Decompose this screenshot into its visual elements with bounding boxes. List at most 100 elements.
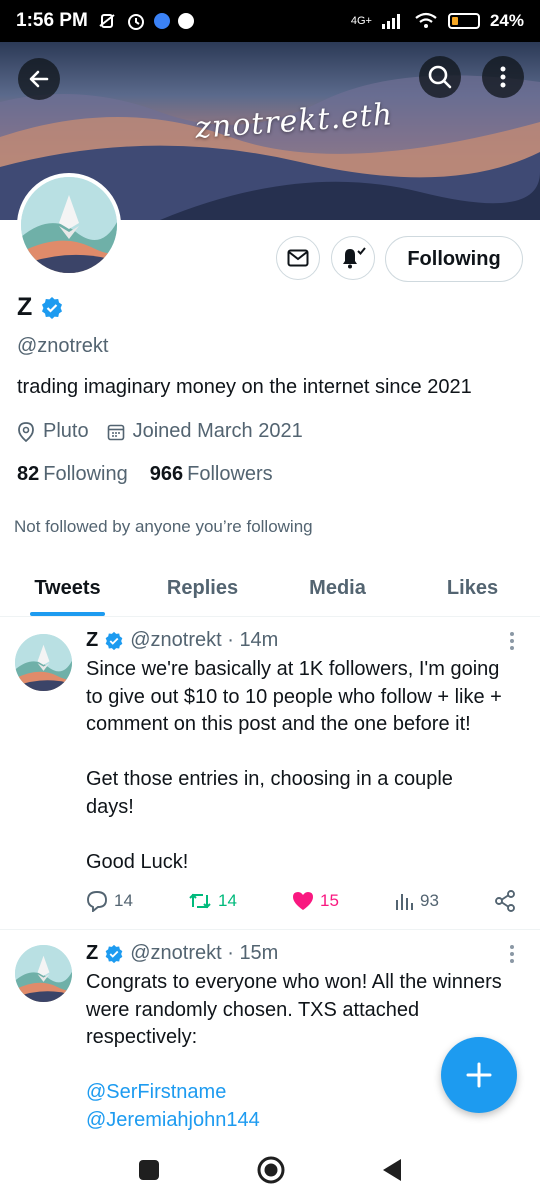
views-button[interactable]: 93 [394,891,439,911]
following-label: Following [43,463,128,485]
followers-count-link[interactable]: 966 Followers [150,463,273,486]
reply-count: 14 [114,891,133,910]
avatar-ethereum-mountains-image [15,945,72,1002]
profile-meta: Pluto Joined March 2021 [17,420,321,443]
tweet-text-line: Since we're basically at 1K followers, I… [86,658,500,680]
location-pin-icon [18,421,34,442]
tweet-text: Since we're basically at 1K followers, I… [86,656,516,876]
tab-media[interactable]: Media [270,560,405,616]
battery-icon [447,13,480,29]
more-vertical-icon [500,66,506,88]
system-nav-bar [0,1140,540,1200]
tweet-author-name[interactable]: Z [86,629,98,652]
following-button[interactable]: Following [385,236,523,282]
more-options-button[interactable] [482,56,524,98]
views-icon [396,894,413,910]
location-item: Pluto [17,420,89,443]
heart-icon [293,892,313,910]
status-bar: 1:56 PM 4G+ 24% [0,0,540,42]
location-text: Pluto [43,420,89,442]
bell-check-icon [343,247,366,269]
back-arrow-icon [29,70,49,88]
compose-button[interactable] [441,1037,517,1113]
battery-percent: 24% [489,11,524,30]
profile-bio: trading imaginary money on the internet … [17,376,472,398]
profile-avatar[interactable] [17,173,121,277]
recents-button-icon[interactable] [137,1158,161,1182]
profile-handle: @znotrekt [17,335,109,357]
tab-likes[interactable]: Likes [405,560,540,616]
wifi-icon [415,12,437,28]
tweet-handle-time: @znotrekt · 15m [130,942,279,964]
back-nav-button-icon[interactable] [381,1157,403,1183]
tweet-header: Z @znotrekt · 14m [86,629,278,652]
verified-badge-icon [105,944,123,963]
tweet-more-button[interactable] [510,945,516,966]
avatar-ethereum-mountains-image [21,177,117,273]
profile-tabs: Tweets Replies Media Likes [0,560,540,617]
status-time: 1:56 PM [16,10,88,31]
followers-count: 966 [149,463,184,485]
app-notification-icon [177,13,194,29]
app-notification-icon [153,13,170,29]
tweet-text-line: to give out $10 to 10 people who follow … [86,685,502,708]
search-icon [428,65,452,89]
muted-vibrate-icon [99,14,115,28]
retweet-button[interactable]: 14 [188,891,237,911]
tweet-text-line: days! [86,795,134,818]
compose-plus-icon [466,1062,492,1088]
reply-button[interactable]: 14 [86,890,133,912]
like-count: 15 [320,891,339,910]
tweet-avatar[interactable] [15,634,72,691]
joined-item: Joined March 2021 [107,420,303,443]
alarm-icon [127,14,144,30]
tweet-avatar[interactable] [15,945,72,1002]
mention-link[interactable]: @Jeremiahjohn144 [86,1107,516,1135]
tweet-handle-time: @znotrekt · 14m [130,629,279,651]
display-name-row: Z [17,293,64,322]
tweet-text-line: comment on this post and the one before … [86,713,471,735]
tweet-text-line: Get those entries in, choosing in a coup… [86,768,453,790]
tweet[interactable]: Z @znotrekt · 15m Congrats to everyone w… [0,930,540,1140]
following-count-link[interactable]: 82 Following [17,463,128,486]
search-button[interactable] [419,56,461,98]
signal-icon [381,14,400,29]
tweet-more-button[interactable] [510,632,516,653]
followers-label: Followers [187,463,273,485]
share-button[interactable] [494,890,516,912]
tweet-text-line: Good Luck! [86,850,189,873]
display-name: Z [17,293,33,321]
tweet-author-name[interactable]: Z [86,942,98,965]
verified-badge-icon[interactable] [40,296,64,320]
views-count: 93 [420,891,439,910]
follow-counts: 82 Following 966 Followers [17,463,273,486]
notifications-button[interactable] [331,236,375,280]
retweet-count: 14 [218,891,237,910]
tweet-text-line: Congrats to everyone who won! All the wi… [86,971,502,993]
calendar-icon [107,424,124,440]
avatar-ethereum-mountains-image [15,634,72,691]
tweet[interactable]: Z @znotrekt · 14m Since we're basically … [0,617,540,930]
mail-icon [287,249,309,267]
tweet-header: Z @znotrekt · 15m [86,942,278,965]
tweet-text-line: were randomly chosen. TXS attached [86,998,420,1021]
tab-replies[interactable]: Replies [135,560,270,616]
reply-icon [87,891,107,912]
verified-badge-icon [105,631,123,650]
following-count: 82 [17,463,40,485]
not-followed-note: Not followed by anyone you’re following [14,517,313,536]
joined-text: Joined March 2021 [132,420,303,442]
back-button[interactable] [18,58,60,100]
tab-tweets[interactable]: Tweets [0,560,135,616]
status-right: 4G+ 24% [351,11,524,31]
home-button-icon[interactable] [256,1155,286,1185]
message-button[interactable] [276,236,320,280]
like-button[interactable]: 15 [292,891,339,911]
status-notification-icons [96,11,194,31]
network-label: 4G+ [350,15,372,27]
tweet-actions: 14 14 15 93 [86,890,516,912]
retweet-icon [189,893,211,909]
share-icon [495,890,515,912]
